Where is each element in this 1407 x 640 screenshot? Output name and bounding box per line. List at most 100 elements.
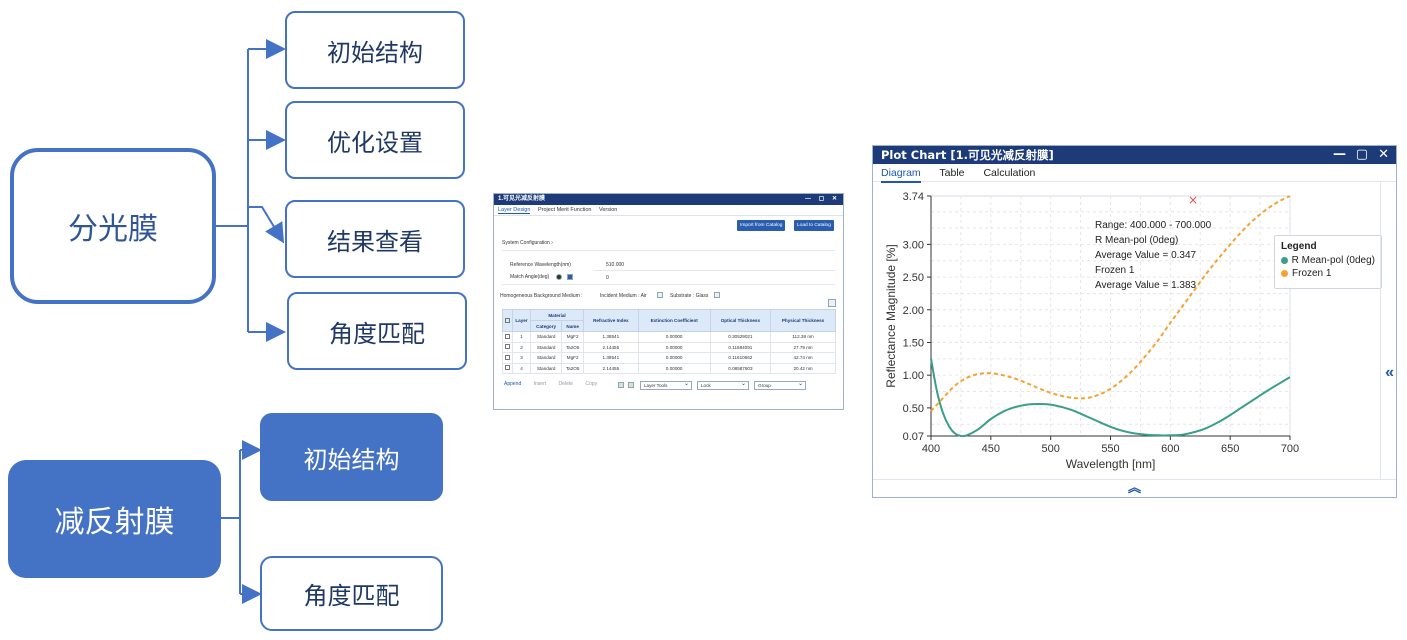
table-cell[interactable]: 2.14455 [583, 341, 639, 353]
tab-diagram[interactable]: Diagram [881, 167, 921, 183]
row-select-cell[interactable] [502, 341, 513, 353]
legend-label: R Mean-pol (0deg) [1291, 255, 1375, 266]
column-header-extinction-coefficient: Extinction Coefficient [637, 309, 711, 332]
row-select-cell[interactable] [502, 352, 513, 364]
row-checkbox[interactable] [505, 365, 510, 371]
bottom-panel-toggle[interactable]: ︽ [873, 479, 1396, 497]
layer-tools-select[interactable]: Layer Tools [640, 380, 692, 390]
table-cell[interactable]: 0.00000 [637, 331, 711, 343]
cursor-marker[interactable]: × [1188, 193, 1198, 207]
y-tick-label: 3.74 [903, 191, 924, 203]
table-cell[interactable]: 2 [512, 341, 531, 353]
table-row[interactable]: 4 Standard Ta2O5 2.14455 0.00000 0.08587603 20… [502, 362, 836, 374]
tab-table[interactable]: Table [939, 167, 964, 179]
move-down-icon[interactable] [628, 382, 634, 388]
window-title: 1.可见光减反射膜 [498, 196, 546, 202]
table-cell[interactable]: Standard [529, 352, 563, 364]
plot-chart-titlebar: Plot Chart [1.可见光减反射膜] — ▢ ✕ [873, 146, 1396, 164]
mindmap-node-label: 初始结构 [303, 445, 400, 474]
edit-incident-icon[interactable] [657, 292, 663, 298]
table-cell[interactable]: 0.11684091 [709, 341, 772, 353]
move-up-icon[interactable] [618, 382, 624, 388]
table-cell[interactable]: 1.38541 [583, 331, 639, 343]
window-title: Plot Chart [1.可见光减反射膜] [881, 148, 1054, 162]
tab-layer-design[interactable]: Layer Design [498, 207, 531, 214]
table-cell[interactable]: 4 [512, 362, 531, 374]
table-cell[interactable]: 0.00000 [637, 341, 711, 353]
mindmap-node-initial-structure: 初始结构 [285, 11, 465, 89]
table-cell[interactable]: 3 [512, 352, 531, 364]
row-checkbox[interactable] [505, 344, 510, 350]
row-select-cell[interactable] [502, 331, 513, 343]
plot-chart-window: Plot Chart [1.可见光减反射膜] — ▢ ✕ Diagram Tab… [872, 145, 1397, 498]
table-row[interactable]: 1 Standard MgF2 1.38541 0.00000 0.30529021 112… [502, 331, 836, 343]
x-tick-label: 550 [1101, 443, 1119, 455]
table-cell[interactable]: 0.30529021 [709, 331, 772, 343]
row-checkbox[interactable] [505, 333, 510, 339]
tab-version[interactable]: Version [599, 207, 617, 213]
side-panel-toggle[interactable]: « [1380, 182, 1396, 479]
layer-design-window: 1.可见光减反射膜 — ▢ ✕ Layer Design Project Mer… [493, 193, 844, 410]
table-cell[interactable]: MgF2 [561, 352, 585, 364]
chevron-double-left-icon[interactable]: « [1385, 364, 1394, 382]
tab-calculation[interactable]: Calculation [983, 167, 1035, 179]
divider [502, 250, 835, 251]
table-cell[interactable]: Standard [529, 331, 563, 343]
legend-item[interactable]: Frozen 1 [1281, 268, 1375, 279]
table-row[interactable]: 2 Standard Ta2O5 2.14455 0.00000 0.11684091 27… [502, 341, 836, 353]
table-cell[interactable]: Ta2O5 [561, 341, 585, 353]
maximize-icon[interactable]: ▢ [1356, 146, 1368, 164]
select-all-header[interactable] [502, 309, 513, 332]
reference-wavelength-input[interactable]: 510.000 [606, 262, 624, 268]
legend-dot [1281, 270, 1288, 277]
table-cell[interactable]: Ta2O5 [561, 362, 585, 374]
table-cell[interactable]: 42.74 nm [770, 352, 836, 364]
chart-legend: Legend R Mean-pol (0deg) Frozen 1 [1274, 235, 1382, 289]
table-cell[interactable]: 0.08587603 [709, 362, 772, 374]
edit-substrate-icon[interactable] [714, 292, 720, 298]
table-cell[interactable]: MgF2 [561, 331, 585, 343]
mindmap-node-label: 初始结构 [327, 38, 423, 67]
chevron-double-up-icon[interactable]: ︽ [1128, 480, 1141, 495]
table-settings-icon[interactable] [828, 299, 836, 307]
select-all-checkbox[interactable] [505, 317, 510, 323]
load-to-catalog-button[interactable]: Load to Catalog [794, 220, 834, 231]
annotation-series-2: Frozen 1 [1095, 265, 1135, 276]
match-angle-input[interactable]: 0 [606, 275, 609, 281]
append-button[interactable]: Append [504, 381, 521, 387]
table-cell[interactable]: 1 [512, 331, 531, 343]
table-cell[interactable]: 1.38541 [583, 352, 639, 364]
table-cell[interactable]: 0.00000 [637, 352, 711, 364]
group-select[interactable]: Group [754, 380, 806, 390]
insert-button[interactable]: Insert [534, 381, 547, 387]
x-tick-label: 700 [1281, 443, 1299, 455]
window-controls[interactable]: — ▢ ✕ [805, 194, 840, 205]
close-icon[interactable]: ✕ [1378, 146, 1389, 164]
table-cell[interactable]: 0.00000 [637, 362, 711, 374]
lock-select[interactable]: Lock [697, 380, 749, 390]
table-cell[interactable]: Standard [529, 362, 563, 374]
help-icon[interactable] [556, 274, 562, 280]
system-configuration-header[interactable]: System Configuration › [502, 240, 553, 246]
row-checkbox[interactable] [505, 354, 510, 360]
table-cell[interactable]: 20.42 nm [770, 362, 836, 374]
table-cell[interactable]: 0.11610662 [709, 352, 772, 364]
table-row[interactable]: 3 Standard MgF2 1.38541 0.00000 0.11610662 42.… [502, 352, 836, 364]
mindmap-node-angle-match: 角度匹配 [287, 292, 467, 370]
copy-button[interactable]: Copy [585, 381, 597, 387]
legend-item[interactable]: R Mean-pol (0deg) [1281, 255, 1375, 266]
table-cell[interactable]: 2.14455 [583, 362, 639, 374]
import-from-catalog-button[interactable]: Import from Catalog [737, 220, 786, 231]
table-cell[interactable]: 112.38 nm [770, 331, 836, 343]
chart-annotation: Range: 400.000 - 700.000 R Mean-pol (0de… [1095, 218, 1211, 293]
tab-project-merit-function[interactable]: Project Merit Function [538, 207, 592, 213]
table-cell[interactable]: 27.79 nm [770, 341, 836, 353]
info-icon[interactable] [567, 274, 573, 280]
column-header-refractive-index: Refractive Index [583, 309, 639, 332]
y-tick-label: 2.00 [903, 305, 924, 317]
minimize-icon[interactable]: — [1333, 146, 1346, 164]
table-cell[interactable]: Standard [529, 341, 563, 353]
x-tick-label: 500 [1041, 443, 1059, 455]
row-select-cell[interactable] [502, 362, 513, 374]
delete-button[interactable]: Delete [559, 381, 573, 387]
